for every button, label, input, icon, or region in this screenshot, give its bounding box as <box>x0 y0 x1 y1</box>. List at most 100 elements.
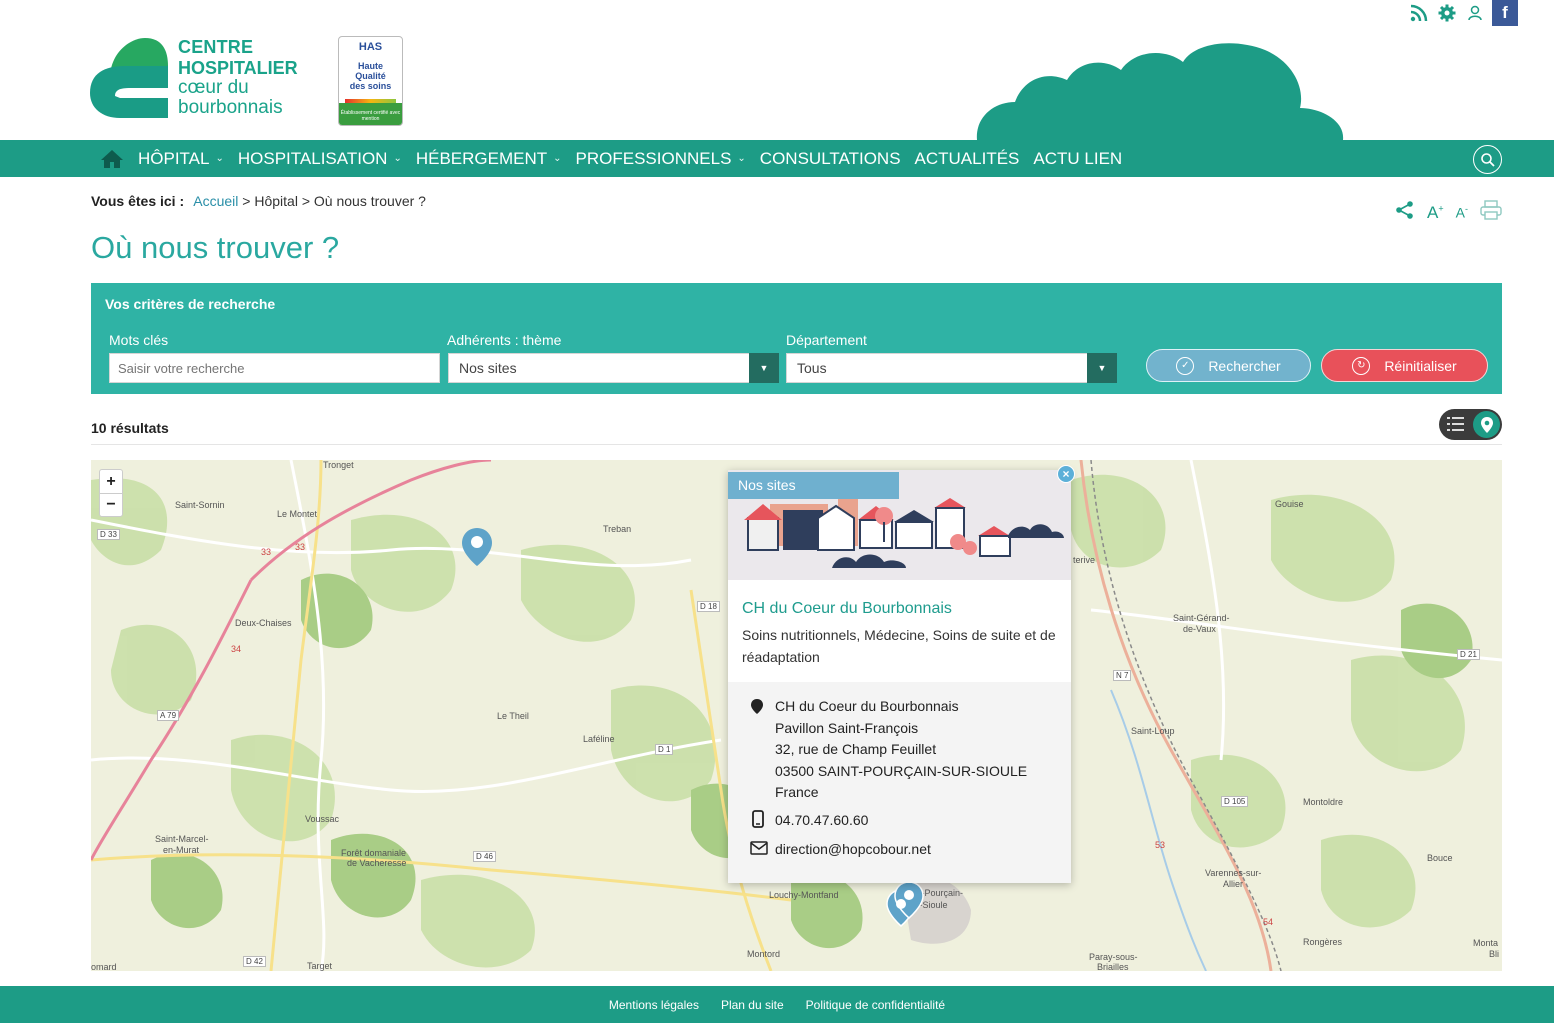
location-popup: Nos sites CH du Coeur du Bourbonnais Soi… <box>728 470 1071 883</box>
reset-button-label: Réinitialiser <box>1384 357 1457 374</box>
map-place-label: Varennes-sur- <box>1205 868 1262 878</box>
map-place-label: Montord <box>747 949 781 959</box>
print-icon[interactable] <box>1480 200 1502 225</box>
nav-item-consultations[interactable]: CONSULTATIONS <box>760 149 901 169</box>
map-road-number: 34 <box>231 644 242 654</box>
nav-item-hopital[interactable]: HÔPITAL ⌄ <box>138 149 224 169</box>
nav-item-hebergement[interactable]: HÉBERGEMENT ⌄ <box>416 149 562 169</box>
map-place-label: Forêt domaniale <box>341 848 407 858</box>
footer-link-privacy[interactable]: Politique de confidentialité <box>806 998 945 1012</box>
department-select[interactable]: Tous ▼ <box>786 353 1117 383</box>
map-pin-icon <box>1480 416 1493 433</box>
search-button[interactable]: ✓ Rechercher <box>1146 349 1311 382</box>
nav-item-actualites[interactable]: ACTUALITÉS <box>915 149 1020 169</box>
map-marker-cluster[interactable] <box>881 880 927 936</box>
home-icon[interactable] <box>100 149 124 169</box>
search-icon <box>1480 152 1495 167</box>
map-place-label: Paray-sous- <box>1089 952 1138 962</box>
map-road-label: A 79 <box>157 710 180 721</box>
map-place-label: Treban <box>603 524 632 534</box>
chevron-down-icon: ⌄ <box>215 153 224 164</box>
nav-item-label: PROFESSIONNELS <box>575 148 732 168</box>
nav-item-label: ACTUALITÉS <box>914 148 1020 168</box>
map-place-label: Target <box>307 961 333 971</box>
breadcrumb: Vous êtes ici : Accueil > Hôpital > Où n… <box>91 193 426 209</box>
keywords-input[interactable] <box>109 353 440 383</box>
footer: Mentions légales Plan du site Politique … <box>0 986 1554 1023</box>
address-line: Pavillon Saint-François <box>775 719 919 736</box>
address-block: CH du Coeur du Bourbonnais Pavillon Sain… <box>775 696 1027 804</box>
cloud-decoration-icon <box>976 43 1344 140</box>
has-line-1: Haute <box>357 61 383 71</box>
map-road-number: 33 <box>261 547 272 557</box>
popup-close-button[interactable]: × <box>1057 465 1075 483</box>
theme-select[interactable]: Nos sites ▼ <box>448 353 779 383</box>
chevron-down-icon: ⌄ <box>553 153 562 164</box>
map-place-label: Le Theil <box>497 711 529 721</box>
map-road-number: 53 <box>1155 840 1166 850</box>
map-road-label: D 18 <box>697 601 720 612</box>
check-icon: ✓ <box>1176 356 1195 375</box>
facebook-icon[interactable]: f <box>1492 0 1518 26</box>
map-place-label: Tronget <box>323 460 354 470</box>
font-decrease-button[interactable]: A- <box>1456 204 1468 221</box>
footer-link-sitemap[interactable]: Plan du site <box>721 998 784 1012</box>
map-place-label: Montoldre <box>1303 797 1344 807</box>
location-pin-icon <box>751 699 763 714</box>
nav-item-professionnels[interactable]: PROFESSIONNELS ⌄ <box>576 149 746 169</box>
phone-number[interactable]: 04.70.47.60.60 <box>775 810 868 832</box>
breadcrumb-prefix: Vous êtes ici : <box>91 193 185 209</box>
email-link[interactable]: direction@hopcobour.net <box>775 839 931 861</box>
rss-icon[interactable] <box>1408 2 1430 24</box>
share-icon[interactable] <box>1395 200 1415 225</box>
nav-item-label: HÉBERGEMENT <box>415 148 548 168</box>
nav-item-label: HÔPITAL <box>138 148 210 168</box>
popup-title[interactable]: CH du Coeur du Bourbonnais <box>742 600 952 618</box>
top-utility-bar: f <box>1408 0 1518 26</box>
breadcrumb-current: Où nous trouver ? <box>313 193 426 209</box>
map-place-label: de-Vaux <box>1183 624 1216 634</box>
map-road-label: D 42 <box>243 956 266 967</box>
nav-item-hospitalisation[interactable]: HOSPITALISATION ⌄ <box>238 149 402 169</box>
breadcrumb-hopital[interactable]: Hôpital <box>254 193 298 209</box>
results-count: 10 résultats <box>91 420 169 436</box>
reset-button[interactable]: ↻ Réinitialiser <box>1321 349 1488 382</box>
map-road-label: D 105 <box>1221 796 1249 807</box>
user-icon[interactable] <box>1464 2 1486 24</box>
search-button-label: Rechercher <box>1208 357 1281 374</box>
page-tools: A+ A- <box>1395 200 1502 225</box>
map-place-label: terive <box>1073 555 1096 565</box>
page-title: Où nous trouver ? <box>91 230 340 265</box>
dropdown-arrow-icon: ▼ <box>749 353 779 383</box>
popup-contact-info: CH du Coeur du Bourbonnais Pavillon Sain… <box>728 682 1071 883</box>
map-place-label: Monta <box>1473 938 1499 948</box>
address-line: 32, rue de Champ Feuillet <box>775 741 937 757</box>
logo-text: CENTRE HOSPITALIER cœur du bourbonnais <box>178 36 298 117</box>
breadcrumb-home-link[interactable]: Accueil <box>193 193 238 209</box>
map-place-label: Bouce <box>1427 853 1453 863</box>
view-toggle <box>1439 409 1502 440</box>
list-view-icon[interactable] <box>1447 416 1465 437</box>
map-marker[interactable] <box>460 526 494 568</box>
gear-icon[interactable] <box>1436 2 1458 24</box>
map-view-button[interactable] <box>1473 411 1500 438</box>
nav-item-actu-lien[interactable]: ACTU LIEN <box>1033 149 1122 169</box>
map-road-label: D 1 <box>655 744 674 755</box>
site-logo[interactable]: CENTRE HOSPITALIER cœur du bourbonnais <box>90 36 305 126</box>
map-place-label: omard <box>91 962 117 971</box>
font-increase-button[interactable]: A+ <box>1427 203 1444 223</box>
map-road-label: N 7 <box>1113 670 1132 681</box>
zoom-out-button[interactable]: − <box>100 493 122 516</box>
zoom-in-button[interactable]: + <box>100 470 122 493</box>
map-place-label: Saint-Loup <box>1131 726 1175 736</box>
chevron-down-icon: ⌄ <box>393 153 402 164</box>
logo-line-3: cœur du <box>178 77 249 98</box>
map-road-number: 33 <box>295 542 306 552</box>
chevron-down-icon: ⌄ <box>737 153 746 164</box>
footer-link-legal[interactable]: Mentions légales <box>609 998 699 1012</box>
popup-category-tag: Nos sites <box>728 472 899 499</box>
logo-mark-icon <box>90 38 168 118</box>
map-place-label: Voussac <box>305 814 340 824</box>
search-toggle-button[interactable] <box>1473 145 1502 174</box>
has-line-3: des soins <box>349 81 392 91</box>
